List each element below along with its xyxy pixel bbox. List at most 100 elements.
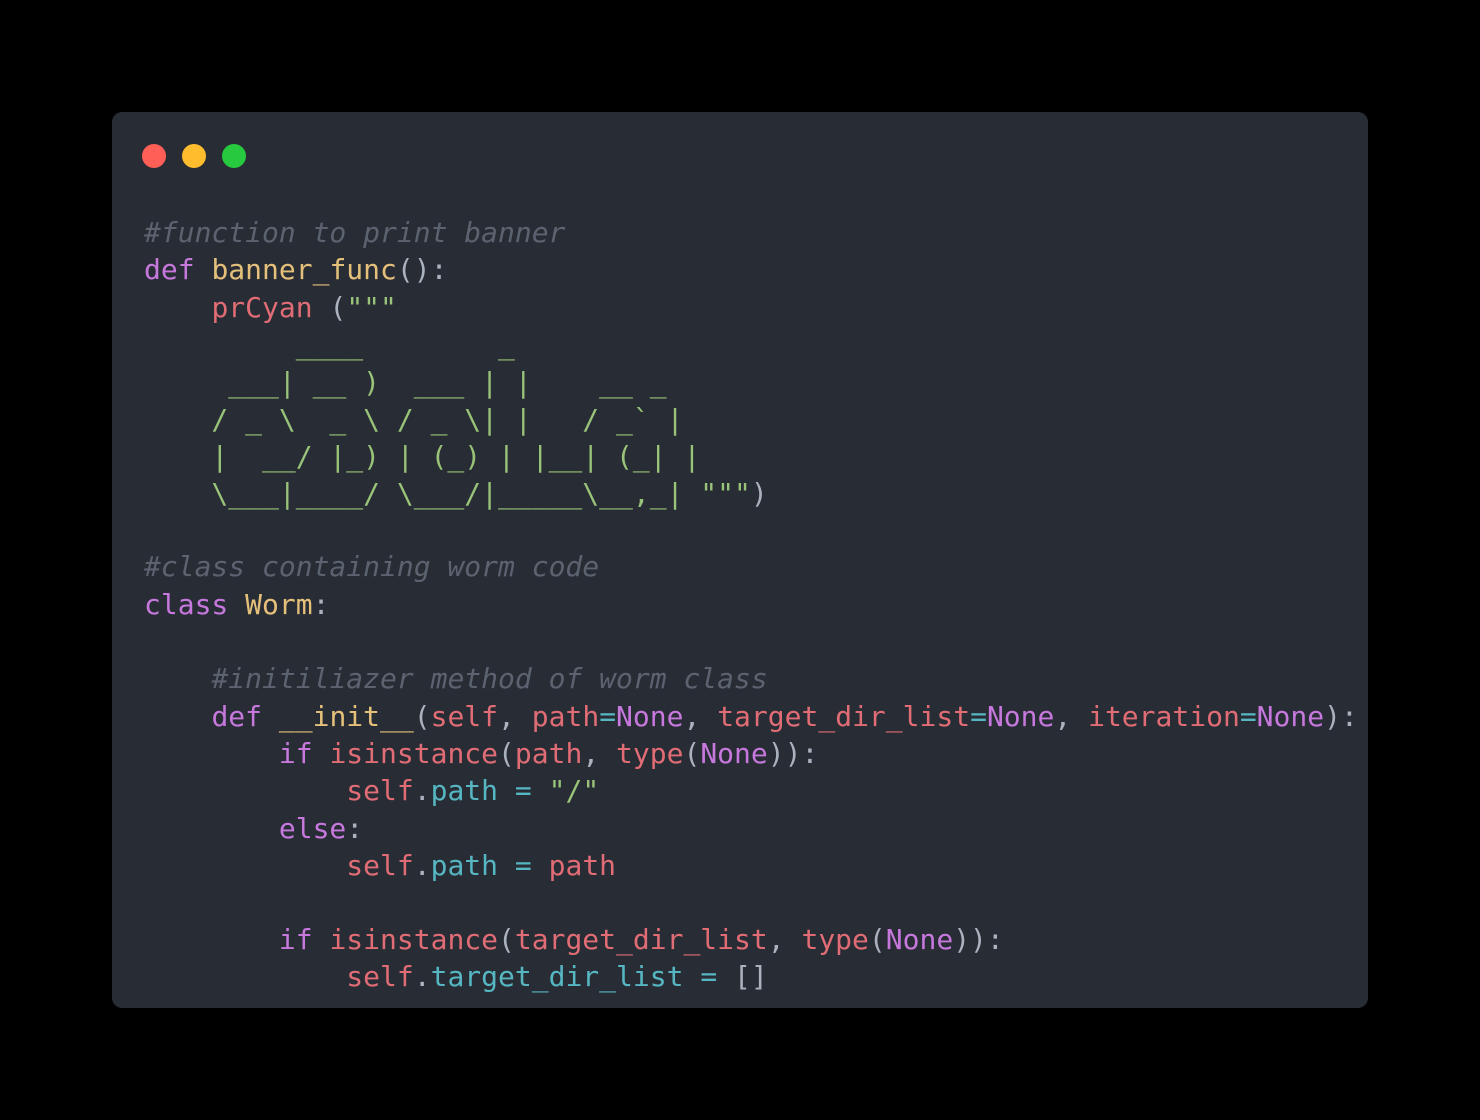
code-token: #initiliazer method of worm class [211,662,768,695]
code-token: = [599,700,617,733]
code-token: , [1054,700,1089,733]
code-line: #class containing worm code [144,550,599,584]
code-line: if isinstance(target_dir_list, type(None… [144,923,1004,957]
code-line: else: [144,812,363,846]
code-token: #class containing worm code [144,550,600,583]
code-token: = [683,960,735,993]
code-token: self [346,960,414,993]
code-line: ____ _ [144,328,515,362]
code-token: banner_func [211,253,397,286]
close-dot-icon[interactable] [142,144,166,168]
code-token: , [683,700,718,733]
code-token: prCyan [211,291,313,324]
code-token: [] [734,960,768,993]
code-token: if [278,737,313,770]
code-token: = [1239,700,1257,733]
code-token: , [498,700,532,733]
code-token: target_dir_list [430,960,684,993]
code-token: ) [750,477,768,510]
code-line: / _ \ _ \ / _ \| | / _` | [144,403,683,437]
code-token: . [413,774,431,807]
code-token: | __/ |_) | (_) | |__| (_| | [144,440,701,473]
code-token: = [970,700,987,733]
code-token: None [1256,700,1325,733]
code-token: ( [868,923,886,956]
maximize-dot-icon[interactable] [222,144,246,168]
code-token: = [498,849,549,882]
code-token: type [616,737,684,770]
code-line: prCyan (""" [144,291,397,325]
code-token: . [413,849,431,882]
code-token: ( [683,737,701,770]
code-token: , [767,923,802,956]
code-token: None [616,700,684,733]
code-token: path [430,849,499,882]
code-token: self [430,700,499,733]
code-token: if [278,923,313,956]
code-token: ( [312,291,347,324]
code-token: else [278,812,347,845]
code-token: ___| __ ) ___ | | __ _ [144,366,667,399]
code-line: def __init__(self, path=None, target_dir… [144,700,1358,734]
code-token: target_dir_list [514,923,768,956]
code-line: ___| __ ) ___ | | __ _ [144,366,667,400]
code-token: None [885,923,954,956]
minimize-dot-icon[interactable] [182,144,206,168]
code-line: def banner_func(): [144,253,447,287]
code-token: = [498,774,549,807]
code-token: Worm [245,588,313,621]
code-token: #function to print banner [144,216,566,249]
code-token: path [531,700,600,733]
code-token: )): [953,923,1004,956]
code-token: class [144,588,229,621]
code-token: type [801,923,869,956]
code-token: ( [498,923,515,956]
code-line: #function to print banner [144,216,565,250]
code-line: self.target_dir_list = [] [144,960,768,994]
code-line: self.path = "/" [144,774,599,808]
code-token: isinstance [329,737,499,770]
code-token: __init__ [278,700,414,733]
code-token: isinstance [329,923,499,956]
code-line: self.path = path [144,849,616,883]
code-token: self [346,774,414,807]
code-token: / _ \ _ \ / _ \| | / _` | [144,403,684,436]
code-token: ): [1324,700,1358,733]
code-token: : [312,588,330,621]
code-token: , [582,737,617,770]
code-token: target_dir_list [717,700,971,733]
code-token: def [144,253,195,286]
code-token: path [430,774,499,807]
code-line: | __/ |_) | (_) | |__| (_| | [144,440,700,474]
code-token: iteration [1088,700,1240,733]
code-token: path [514,737,583,770]
code-line: if isinstance(path, type(None)): [144,737,818,771]
code-line: \___|____/ \___/|_____\__,_| """) [144,477,768,511]
code-token: (): [396,253,448,286]
code-token: None [700,737,768,770]
code-token: \___|____/ \___/|_____\__,_| [144,477,701,510]
code-token: """ [346,291,397,324]
code-token: def [211,700,263,733]
code-token: . [413,960,431,993]
code-line: class Worm: [144,588,329,622]
code-token: self [346,849,414,882]
code-line: #initiliazer method of worm class [144,662,768,696]
code-token: ( [498,737,515,770]
code-token: : [346,812,364,845]
code-token: ( [413,700,431,733]
code-token: """ [700,477,751,510]
code-token: )): [767,737,819,770]
